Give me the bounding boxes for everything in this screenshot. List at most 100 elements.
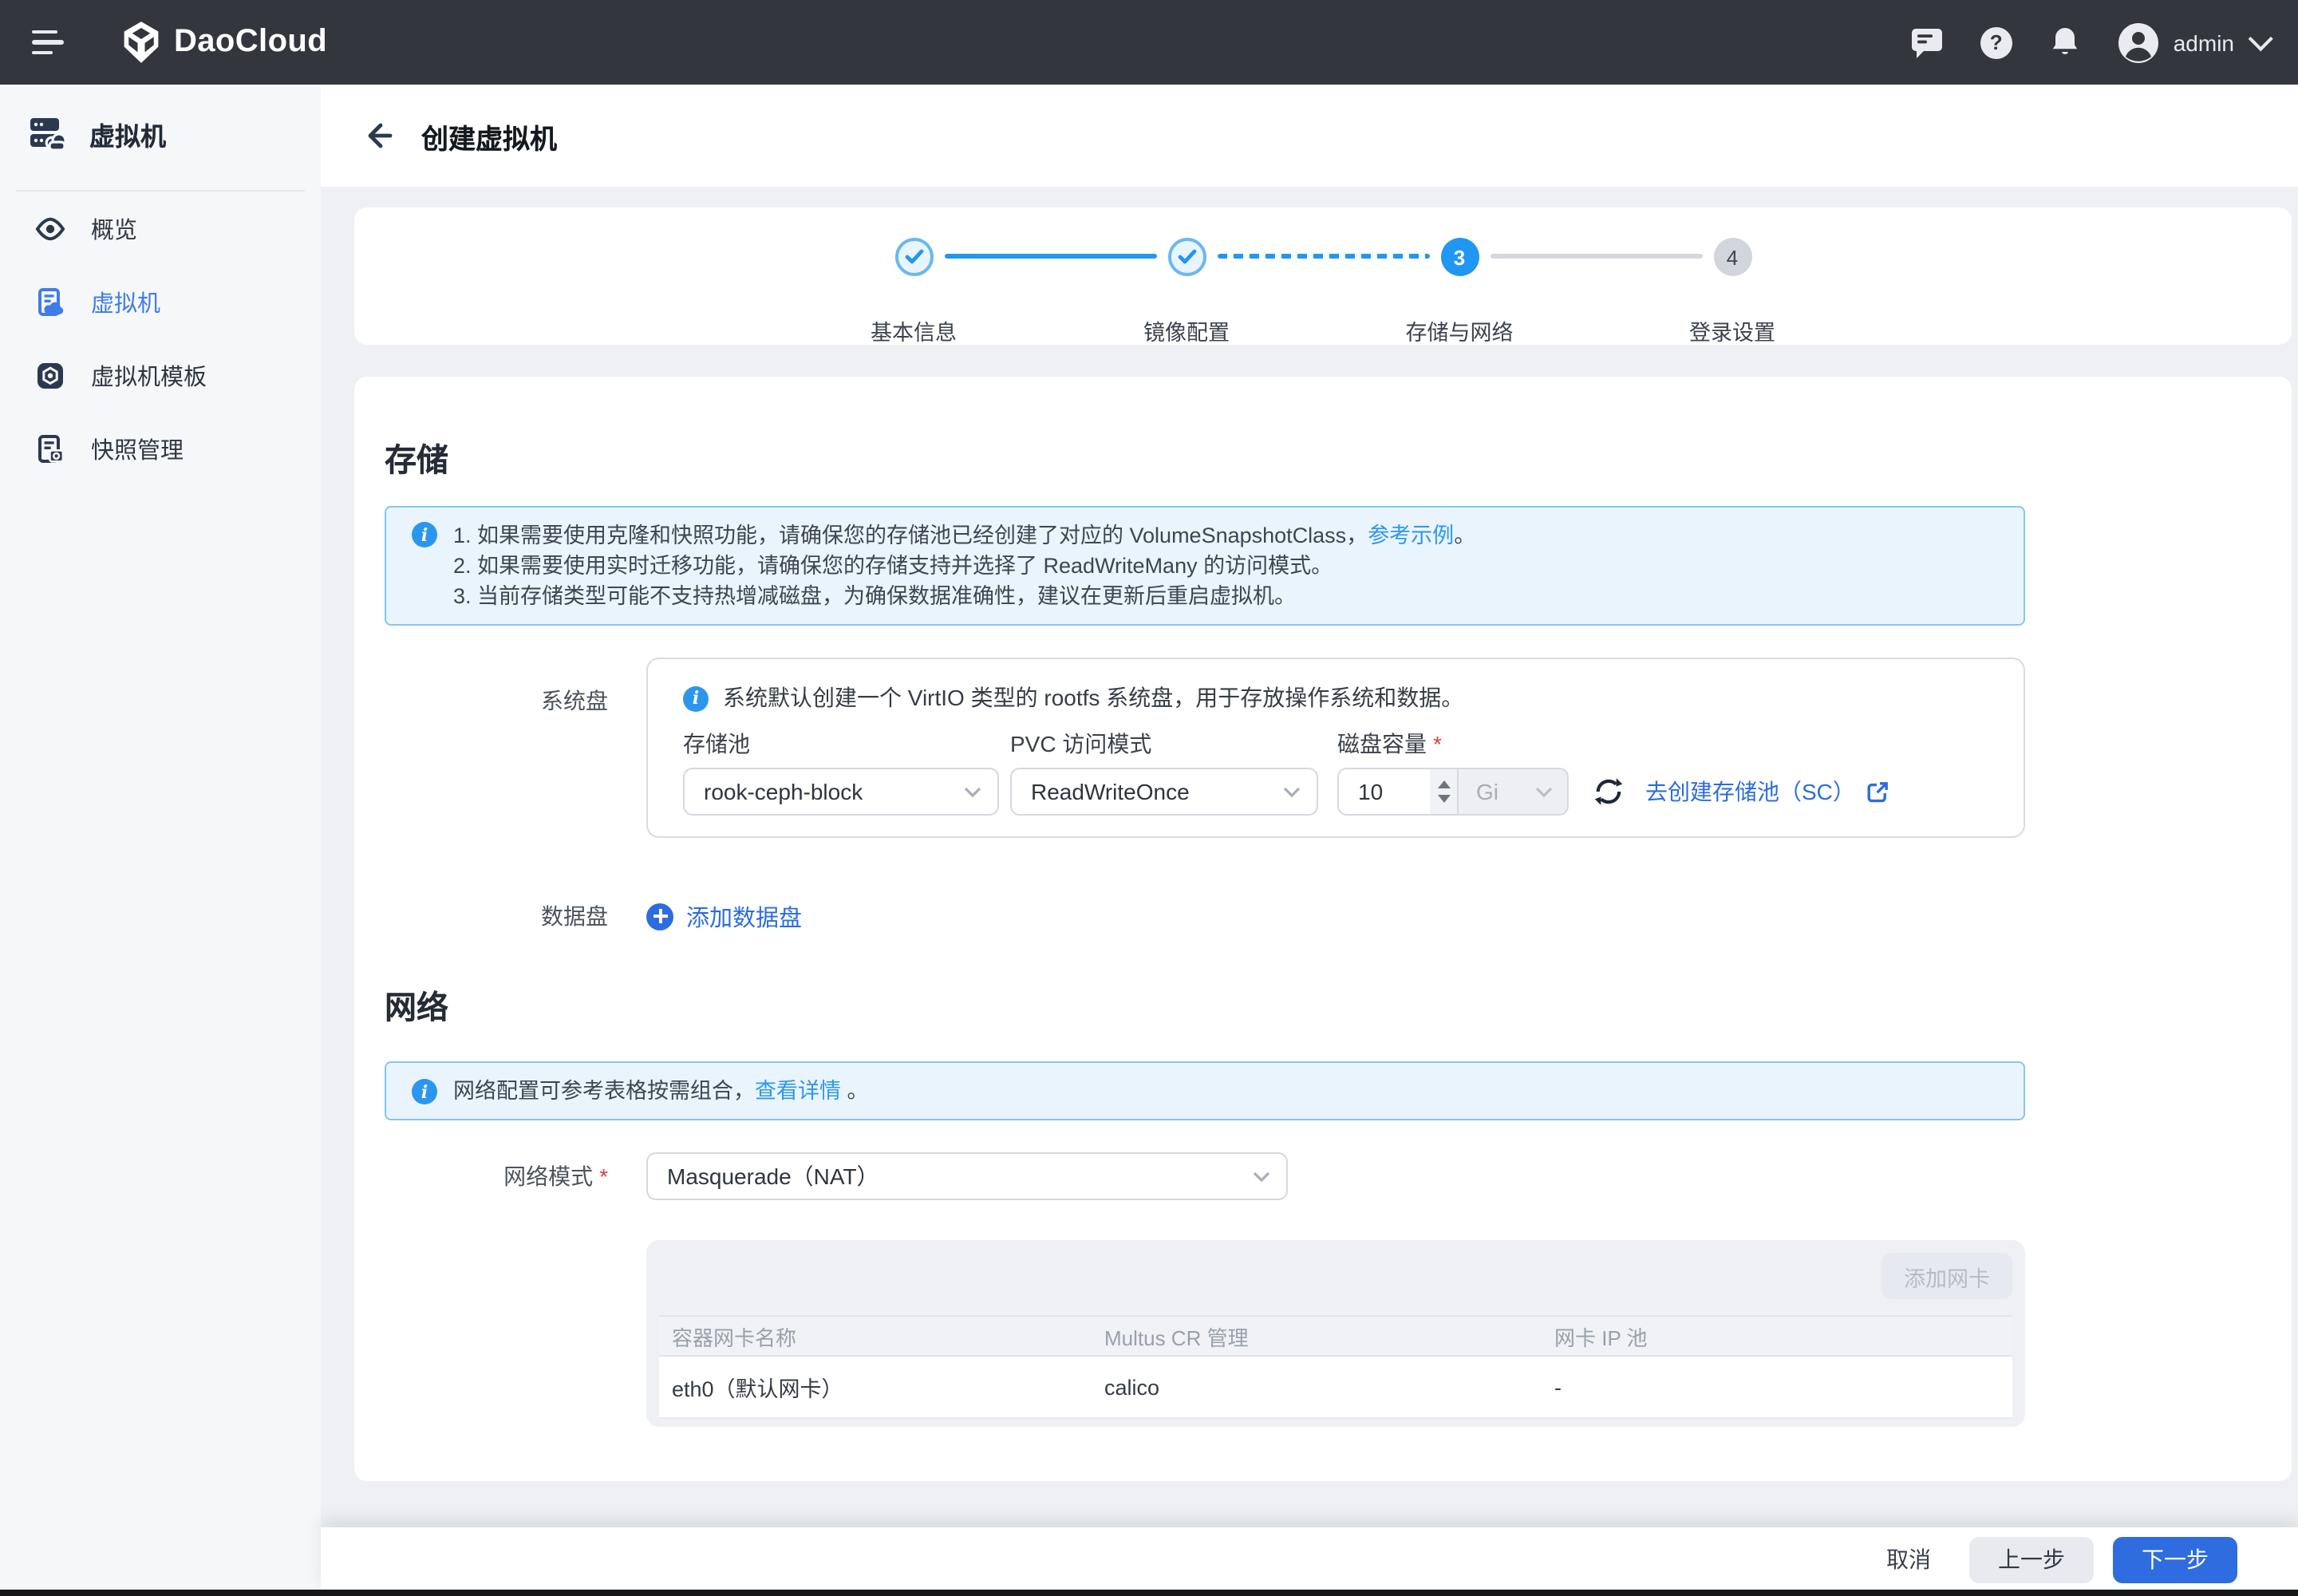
sidebar-item-label: 虚拟机模板 (91, 358, 207, 392)
create-pool-link-text: 去创建存储池（SC） (1645, 776, 1855, 808)
data-disk-row: 数据盘 添加数据盘 (385, 899, 2025, 934)
chevron-down-icon (1535, 786, 1553, 797)
external-link-icon (1866, 780, 1890, 804)
notifications-bell-icon[interactable] (2049, 26, 2081, 59)
step-basic-info[interactable]: 基本信息 (894, 238, 933, 276)
cell-nic-name: eth0（默认网卡） (659, 1371, 1104, 1403)
nic-table-row: 添加网卡 容器网卡名称 Multus CR 管理 网卡 IP 池 eth0（默认… (385, 1240, 2025, 1427)
add-data-disk-link[interactable]: 添加数据盘 (686, 899, 802, 933)
create-storage-pool-link[interactable]: 去创建存储池（SC） (1645, 776, 1890, 808)
chevron-down-icon (2249, 26, 2273, 51)
sidebar-item-vm-template[interactable]: 虚拟机模板 (0, 338, 321, 412)
vm-section-icon (27, 113, 69, 155)
stepper-connector-done (944, 254, 1156, 259)
storage-pool-select[interactable]: rook-ceph-block (683, 768, 999, 816)
notice-line: 3. 当前存储类型可能不支持热增减磁盘，为确保数据准确性，建议在更新后重启虚拟机… (453, 581, 1475, 611)
table-row: eth0（默认网卡） calico - (659, 1357, 2012, 1419)
vm-icon (35, 286, 65, 317)
back-button[interactable] (361, 118, 396, 153)
sidebar-nav: 概览 虚拟机 虚拟机 (0, 192, 321, 485)
sidebar-item-label: 快照管理 (91, 432, 184, 465)
chevron-down-icon (1253, 1171, 1270, 1182)
network-mode-label: 网络模式 (385, 1152, 608, 1200)
pvc-mode-select[interactable]: ReadWriteOnce (1010, 768, 1318, 816)
form-card: 存储 1. 如果需要使用克隆和快照功能，请确保您的存储池已经创建了对应的 Vol… (354, 377, 2292, 1481)
message-icon[interactable] (1910, 26, 1944, 58)
menu-toggle-icon[interactable] (32, 30, 67, 55)
topbar-actions: admin (1910, 22, 2266, 63)
stepper-connector-dashed (1217, 254, 1429, 259)
nic-table: 容器网卡名称 Multus CR 管理 网卡 IP 池 eth0（默认网卡） c… (659, 1315, 2012, 1419)
step-label: 镜像配置 (1075, 314, 1298, 346)
eye-icon (35, 213, 65, 243)
wizard-footer: 取消 上一步 下一步 (321, 1527, 2298, 1591)
col-header-nic-name: 容器网卡名称 (659, 1321, 1104, 1351)
window-bottom-edge (0, 1590, 2298, 1596)
disk-size-stepper[interactable] (1430, 769, 1457, 814)
sidebar: 虚拟机 概览 虚拟机 (0, 85, 321, 1590)
previous-step-button[interactable]: 上一步 (1969, 1536, 2094, 1582)
disk-size-unit: Gi (1476, 779, 1498, 804)
tip-text: 系统默认创建一个 VirtIO 类型的 rootfs 系统盘，用于存放操作系统和… (723, 681, 1463, 713)
nic-empty-label (385, 1240, 608, 1427)
reference-example-link[interactable]: 参考示例 (1368, 523, 1454, 547)
brand-logo: DaoCloud (120, 21, 327, 64)
step-login-settings[interactable]: 4 登录设置 (1713, 238, 1751, 276)
notice-suffix: 。 (841, 1079, 869, 1103)
cancel-button[interactable]: 取消 (1867, 1536, 1950, 1582)
required-marker (1433, 731, 1442, 757)
sidebar-section-header: 虚拟机 (0, 85, 321, 155)
notice-line: 2. 如果需要使用实时迁移功能，请确保您的存储支持并选择了 ReadWriteM… (453, 551, 1475, 581)
sidebar-item-vm[interactable]: 虚拟机 (0, 265, 321, 338)
network-mode-select[interactable]: Masquerade（NAT） (646, 1152, 1288, 1200)
sidebar-item-snapshot[interactable]: 快照管理 (0, 412, 321, 485)
plus-icon[interactable] (646, 903, 673, 930)
user-menu[interactable]: admin (2118, 22, 2266, 63)
back-arrow-icon (362, 120, 394, 152)
step-circle (1167, 238, 1206, 276)
spinner-down-icon[interactable] (1437, 795, 1450, 803)
notice-suffix: 。 (1454, 523, 1475, 547)
wizard-stepper: 基本信息 镜像配置 3 存储与网络 4 登录设置 (894, 207, 1751, 345)
sidebar-item-overview[interactable]: 概览 (0, 192, 321, 265)
col-header-multus-cr: Multus CR 管理 (1104, 1321, 1554, 1351)
topbar: DaoCloud admin (0, 0, 2298, 85)
storage-heading: 存储 (385, 440, 2025, 482)
sidebar-section-title: 虚拟机 (89, 115, 166, 153)
refresh-icon (1593, 776, 1625, 808)
network-heading: 网络 (385, 988, 2025, 1029)
add-nic-button[interactable]: 添加网卡 (1881, 1253, 2012, 1299)
disk-size-label: 磁盘容量 (1337, 733, 1442, 755)
nic-table-header: 容器网卡名称 Multus CR 管理 网卡 IP 池 (659, 1315, 2012, 1357)
step-label: 基本信息 (802, 314, 1025, 346)
step-image-config[interactable]: 镜像配置 (1167, 238, 1206, 276)
step-label: 登录设置 (1621, 314, 1844, 346)
view-details-link[interactable]: 查看详情 (755, 1079, 841, 1103)
stepper-card: 基本信息 镜像配置 3 存储与网络 4 登录设置 (354, 207, 2292, 345)
notice-line: 1. 如果需要使用克隆和快照功能，请确保您的存储池已经创建了对应的 Volume… (453, 520, 1475, 551)
network-mode-row: 网络模式 Masquerade（NAT） (385, 1152, 2025, 1200)
data-disk-label: 数据盘 (385, 899, 608, 934)
help-icon[interactable] (1980, 26, 2012, 58)
refresh-button[interactable] (1593, 776, 1625, 808)
step-storage-network[interactable]: 3 存储与网络 (1440, 238, 1479, 276)
username: admin (2174, 30, 2234, 55)
avatar-icon (2118, 22, 2159, 63)
spinner-up-icon[interactable] (1437, 780, 1450, 788)
step-label: 存储与网络 (1348, 314, 1571, 346)
sidebar-item-label: 概览 (91, 211, 137, 245)
step-circle: 3 (1440, 238, 1479, 276)
page-header: 创建虚拟机 (321, 85, 2298, 187)
network-mode-value: Masquerade（NAT） (667, 1160, 879, 1192)
step-circle (894, 238, 933, 276)
check-icon (904, 249, 923, 265)
system-disk-tip: 系统默认创建一个 VirtIO 类型的 rootfs 系统盘，用于存放操作系统和… (683, 681, 1992, 713)
system-disk-row: 系统盘 系统默认创建一个 VirtIO 类型的 rootfs 系统盘，用于存放操… (385, 658, 2025, 838)
nic-panel: 添加网卡 容器网卡名称 Multus CR 管理 网卡 IP 池 eth0（默认… (646, 1240, 2025, 1427)
system-disk-panel: 系统默认创建一个 VirtIO 类型的 rootfs 系统盘，用于存放操作系统和… (646, 658, 2025, 838)
daocloud-logo-icon (120, 21, 163, 64)
check-icon (1177, 249, 1196, 265)
next-step-button[interactable]: 下一步 (2113, 1536, 2237, 1582)
disk-size-input[interactable]: 10 (1339, 769, 1430, 814)
cell-multus-cr: calico (1104, 1375, 1554, 1399)
